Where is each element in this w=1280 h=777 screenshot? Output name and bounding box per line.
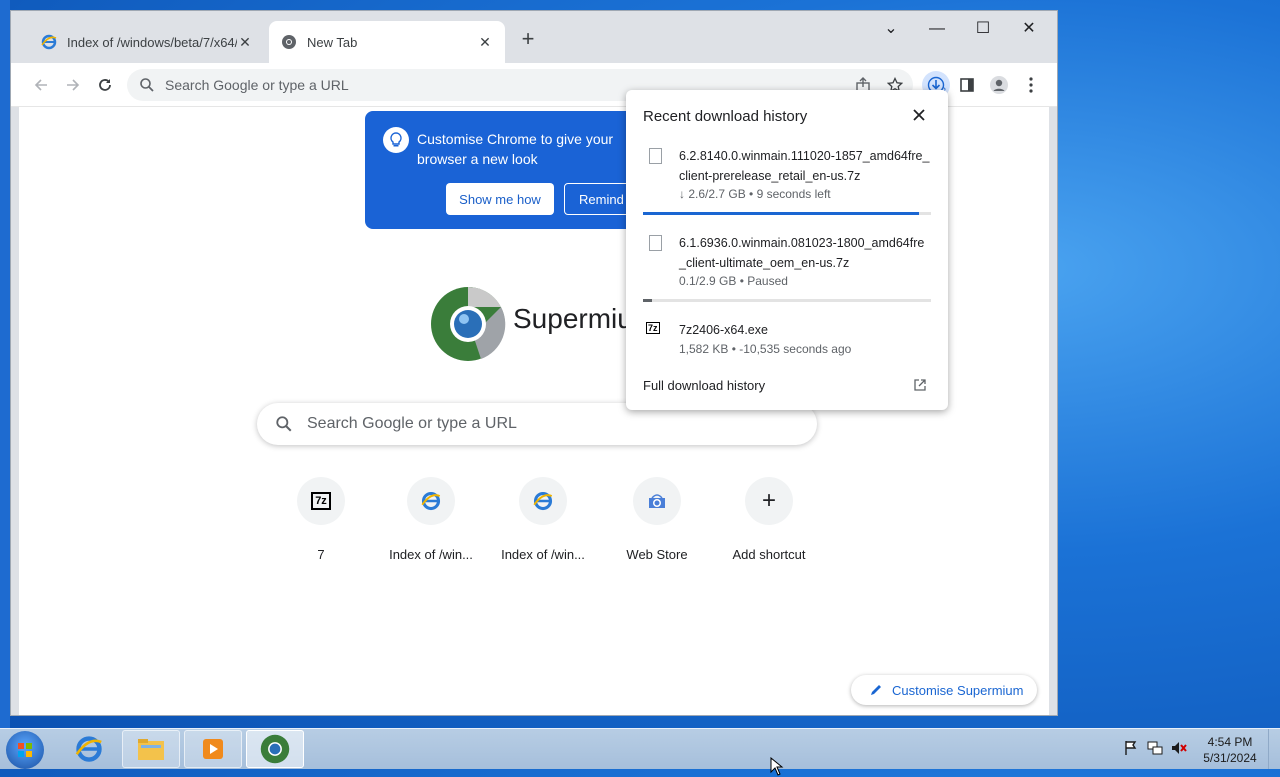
- download-filename: 7z2406-x64.exe: [679, 323, 768, 337]
- shortcut-index-of-win-1[interactable]: Index of /win...: [375, 477, 487, 567]
- shortcut-label: Index of /win...: [389, 547, 473, 562]
- folder-icon: [138, 739, 164, 760]
- download-filename: 6.2.8140.0.winmain.111020-1857_amd64fre_…: [679, 149, 930, 183]
- profile-avatar-icon[interactable]: [987, 73, 1011, 97]
- shortcut-index-of-win-2[interactable]: Index of /win...: [487, 477, 599, 567]
- start-button[interactable]: [6, 731, 44, 769]
- download-progress-fill: [643, 299, 652, 302]
- ie-icon: [41, 34, 57, 50]
- supermium-icon: [260, 734, 290, 764]
- taskbar-ie[interactable]: [60, 730, 118, 768]
- taskbar-explorer[interactable]: [122, 730, 180, 768]
- action-center-flag-icon[interactable]: [1122, 739, 1140, 757]
- media-player-icon: [203, 739, 223, 759]
- clock-date: 5/31/2024: [1203, 751, 1257, 765]
- download-status: 1,582 KB • -10,535 seconds ago: [679, 342, 852, 356]
- tab-close-icon[interactable]: ✕: [477, 34, 493, 51]
- search-icon: [140, 78, 154, 92]
- forward-icon[interactable]: [61, 73, 85, 97]
- download-status: 0.1/2.9 GB • Paused: [679, 274, 788, 288]
- mouse-cursor-icon: [770, 757, 784, 776]
- 7zip-icon: 7z: [646, 322, 660, 334]
- chrome-icon: [282, 35, 296, 49]
- pencil-icon: [871, 685, 881, 695]
- customise-promo: Customise Chrome to give your browser a …: [365, 111, 665, 229]
- file-icon: [649, 235, 662, 251]
- tab-close-icon[interactable]: ✕: [237, 34, 253, 51]
- shortcut-label: Web Store: [626, 547, 688, 562]
- download-item[interactable]: 6.1.6936.0.winmain.081023-1800_amd64fre_…: [643, 233, 933, 307]
- tab-title: Index of /windows/beta/7/x64/: [67, 34, 237, 50]
- volume-muted-icon[interactable]: [1170, 739, 1188, 757]
- open-external-icon[interactable]: [913, 378, 927, 392]
- tab-search-button[interactable]: ⌄: [869, 15, 913, 43]
- shortcut-label: 7: [317, 547, 325, 562]
- taskbar-supermium[interactable]: [246, 730, 304, 768]
- plus-icon: +: [761, 487, 776, 514]
- download-panel: Recent download history 6.2.8140.0.winma…: [626, 90, 948, 410]
- download-item[interactable]: 6.2.8140.0.winmain.111020-1857_amd64fre_…: [643, 146, 933, 220]
- download-progress-bar: [643, 299, 931, 302]
- download-filename: 6.1.6936.0.winmain.081023-1800_amd64fre_…: [679, 236, 925, 270]
- lightbulb-icon: [383, 127, 409, 153]
- 7zip-icon: 7z: [311, 492, 331, 510]
- maximize-button[interactable]: ☐: [961, 15, 1005, 43]
- taskbar: 4:54 PM 5/31/2024: [0, 728, 1280, 776]
- customise-label: Customise Supermium: [892, 682, 1024, 698]
- promo-text: Customise Chrome to give your browser a …: [417, 131, 614, 167]
- ie-icon: [421, 491, 441, 511]
- full-download-history-link[interactable]: Full download history: [643, 378, 765, 393]
- shortcut-label: Add shortcut: [732, 547, 806, 562]
- tab-strip: Index of /windows/beta/7/x64/ ✕ New Tab …: [11, 11, 1057, 63]
- address-bar-placeholder: Search Google or type a URL: [165, 77, 349, 93]
- shortcut-web-store[interactable]: Web Store: [601, 477, 713, 567]
- download-progress-fill: [643, 212, 920, 215]
- ie-icon: [533, 491, 553, 511]
- close-icon[interactable]: [910, 106, 928, 124]
- desktop-background: [0, 0, 10, 730]
- clock-time: 4:54 PM: [1207, 735, 1253, 749]
- shortcut-7[interactable]: 7z 7: [265, 477, 377, 567]
- supermium-logo: [431, 286, 506, 361]
- ntp-search-placeholder: Search Google or type a URL: [307, 415, 517, 432]
- file-icon: [649, 148, 662, 164]
- shortcut-label: Index of /win...: [501, 547, 585, 562]
- system-clock[interactable]: 4:54 PM 5/31/2024: [1196, 734, 1264, 766]
- download-panel-title: Recent download history: [643, 108, 808, 125]
- download-progress-bar: [643, 212, 931, 215]
- reload-icon[interactable]: [93, 73, 117, 97]
- show-me-how-button[interactable]: Show me how: [446, 183, 554, 215]
- menu-kebab-icon[interactable]: [1019, 73, 1043, 97]
- network-icon[interactable]: [1146, 739, 1164, 757]
- side-panel-icon[interactable]: [955, 73, 979, 97]
- taskbar-media-player[interactable]: [184, 730, 242, 768]
- customise-supermium-button[interactable]: Customise Supermium: [851, 675, 1037, 705]
- minimize-button[interactable]: —: [915, 15, 959, 43]
- search-icon: [276, 416, 292, 432]
- close-window-button[interactable]: ✕: [1007, 15, 1051, 43]
- back-icon[interactable]: [29, 73, 53, 97]
- windows-logo-icon: [18, 743, 32, 757]
- tab-title: New Tab: [307, 34, 358, 50]
- tab-index-of-windows[interactable]: Index of /windows/beta/7/x64/ ✕: [29, 21, 265, 63]
- download-item[interactable]: 7z 7z2406-x64.exe 1,582 KB • -10,535 sec…: [643, 320, 933, 360]
- ie-icon: [75, 736, 102, 762]
- download-status: ↓ 2.6/2.7 GB • 9 seconds left: [679, 187, 831, 201]
- new-tab-button[interactable]: +: [515, 27, 541, 53]
- show-desktop-button[interactable]: [1268, 729, 1280, 769]
- tab-new-tab[interactable]: New Tab ✕: [269, 21, 505, 63]
- webstore-icon: [649, 494, 665, 508]
- add-shortcut-button[interactable]: + Add shortcut: [713, 477, 825, 567]
